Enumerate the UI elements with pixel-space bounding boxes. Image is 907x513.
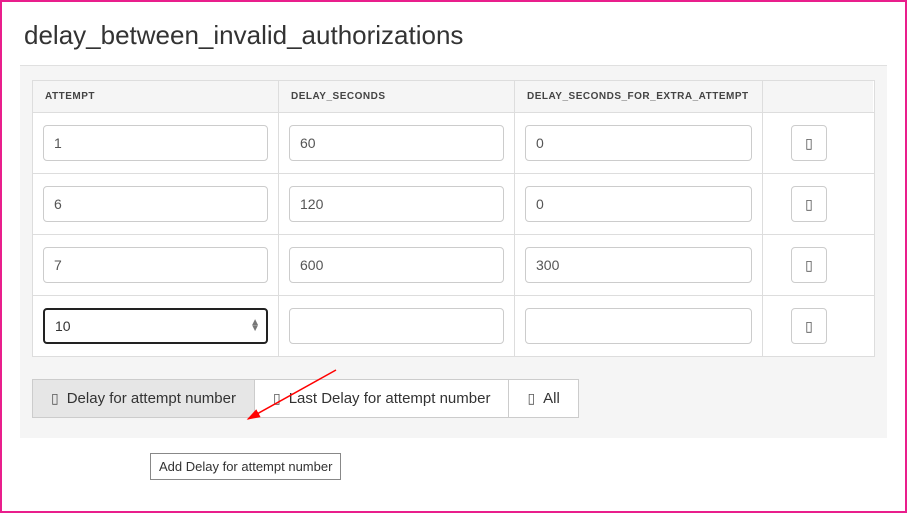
delete-row-button[interactable]: ▯ [791, 186, 827, 222]
page-title: delay_between_invalid_authorizations [24, 20, 887, 51]
delay-seconds-extra-input[interactable] [525, 125, 752, 161]
trash-icon: ▯ [805, 318, 813, 335]
delete-row-button[interactable]: ▯ [791, 308, 827, 344]
cell-attempt [33, 174, 279, 234]
cell-delay-seconds-extra [515, 235, 763, 295]
table-header-row: ATTEMPT DELAY_SECONDS DELAY_SECONDS_FOR_… [33, 81, 874, 113]
header-action [763, 81, 873, 112]
attempt-input[interactable] [43, 125, 268, 161]
delay-seconds-extra-input[interactable] [525, 186, 752, 222]
trash-icon: ▯ [805, 135, 813, 152]
header-delay-seconds: DELAY_SECONDS [279, 81, 515, 112]
cell-attempt: ▲▼ [33, 296, 279, 356]
cell-delay-seconds-extra [515, 174, 763, 234]
cell-action: ▯ [763, 235, 873, 295]
delay-seconds-extra-input[interactable] [525, 247, 752, 283]
attempt-input[interactable] [43, 247, 268, 283]
trash-icon: ▯ [805, 257, 813, 274]
plus-icon: ▯ [51, 390, 59, 407]
cell-action: ▯ [763, 174, 873, 234]
button-label: All [543, 390, 560, 407]
delay-seconds-extra-input[interactable] [525, 308, 752, 344]
delay-seconds-input[interactable] [289, 125, 504, 161]
delete-row-button[interactable]: ▯ [791, 125, 827, 161]
cell-delay-seconds [279, 174, 515, 234]
plus-icon: ▯ [527, 390, 535, 407]
delay-for-attempt-button[interactable]: ▯ Delay for attempt number [32, 379, 255, 418]
cell-delay-seconds-extra [515, 113, 763, 173]
header-attempt: ATTEMPT [33, 81, 279, 112]
table-row: ▲▼ ▯ [33, 296, 874, 356]
attempt-input[interactable] [43, 186, 268, 222]
button-label: Delay for attempt number [67, 390, 236, 407]
table-row: ▯ [33, 113, 874, 174]
cell-action: ▯ [763, 296, 873, 356]
attempt-input[interactable] [43, 308, 268, 344]
cell-attempt [33, 235, 279, 295]
delay-seconds-input[interactable] [289, 308, 504, 344]
delay-seconds-input[interactable] [289, 186, 504, 222]
button-label: Last Delay for attempt number [289, 390, 491, 407]
cell-action: ▯ [763, 113, 873, 173]
table-row: ▯ [33, 174, 874, 235]
cell-attempt [33, 113, 279, 173]
delete-row-button[interactable]: ▯ [791, 247, 827, 283]
plus-icon: ▯ [273, 390, 281, 407]
tooltip: Add Delay for attempt number [150, 453, 341, 480]
delay-seconds-input[interactable] [289, 247, 504, 283]
cell-delay-seconds [279, 235, 515, 295]
last-delay-for-attempt-button[interactable]: ▯ Last Delay for attempt number [255, 379, 509, 418]
all-button[interactable]: ▯ All [509, 379, 578, 418]
content-area: ATTEMPT DELAY_SECONDS DELAY_SECONDS_FOR_… [20, 65, 887, 438]
table-row: ▯ [33, 235, 874, 296]
cell-delay-seconds-extra [515, 296, 763, 356]
trash-icon: ▯ [805, 196, 813, 213]
button-bar: ▯ Delay for attempt number ▯ Last Delay … [32, 379, 875, 418]
header-delay-seconds-extra: DELAY_SECONDS_FOR_EXTRA_ATTEMPT [515, 81, 763, 112]
cell-delay-seconds [279, 113, 515, 173]
delay-table: ATTEMPT DELAY_SECONDS DELAY_SECONDS_FOR_… [32, 80, 875, 357]
cell-delay-seconds [279, 296, 515, 356]
